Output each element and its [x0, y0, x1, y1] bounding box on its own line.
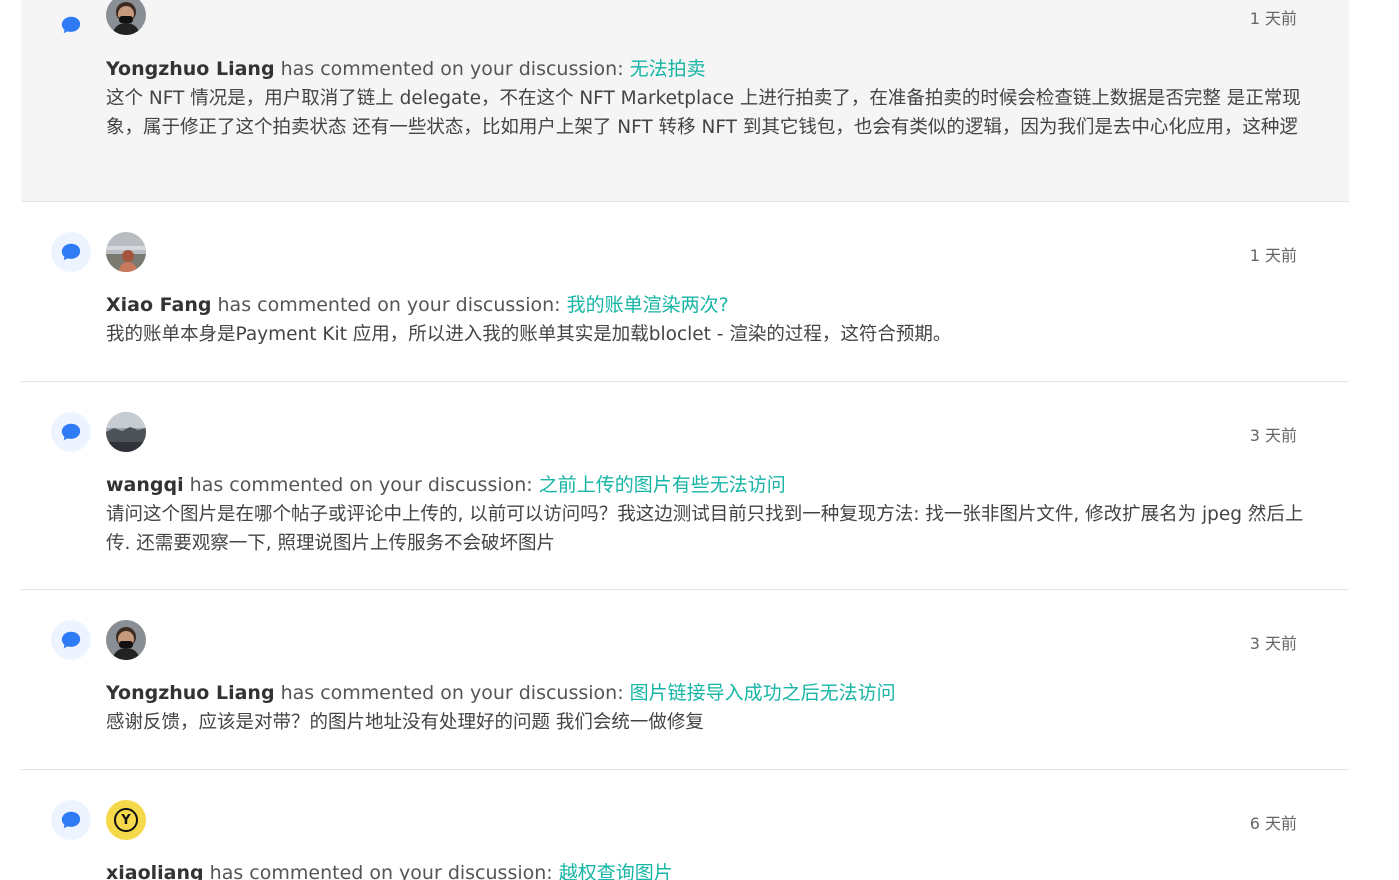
comment-bubble-icon: [51, 412, 91, 452]
notification-item[interactable]: 1 天前 Yongzhuo Liang has commented on you…: [21, 0, 1349, 202]
discussion-link[interactable]: 越权查询图片: [559, 862, 673, 880]
action-text: has commented on your discussion:: [280, 58, 624, 80]
avatar-initial: Y: [114, 808, 138, 832]
author-name[interactable]: Xiao Fang: [106, 294, 211, 316]
discussion-link[interactable]: 我的账单渲染两次?: [567, 294, 729, 316]
comment-bubble-icon: [51, 232, 91, 272]
author-name[interactable]: Yongzhuo Liang: [106, 58, 275, 80]
comment-excerpt: 这个 NFT 情况是，用户取消了链上 delegate，不在这个 NFT Mar…: [106, 88, 1301, 138]
user-avatar[interactable]: [106, 620, 146, 660]
action-text: has commented on your discussion:: [217, 294, 561, 316]
notification-feed: 1 天前 Yongzhuo Liang has commented on you…: [0, 0, 1399, 880]
author-name[interactable]: Yongzhuo Liang: [106, 682, 275, 704]
comment-bubble-icon: [51, 5, 91, 45]
comment-excerpt: 我的账单本身是Payment Kit 应用，所以进入我的账单其实是加载blocl…: [106, 324, 952, 345]
author-name[interactable]: wangqi: [106, 474, 184, 496]
notification-item[interactable]: 1 天前 Xiao Fang has commented on your dis…: [21, 202, 1349, 382]
notification-headline: Xiao Fang has commented on your discussi…: [106, 290, 729, 317]
notification-headline: xiaoliang has commented on your discussi…: [106, 858, 673, 880]
comment-excerpt: 请问这个图片是在哪个帖子或评论中上传的, 以前可以访问吗？我这边测试目前只找到一…: [106, 504, 1304, 554]
discussion-link[interactable]: 之前上传的图片有些无法访问: [539, 474, 786, 496]
comment-bubble-icon: [51, 800, 91, 840]
user-avatar[interactable]: [106, 412, 146, 452]
notification-item[interactable]: Y 6 天前 xiaoliang has commented on your d…: [21, 770, 1349, 880]
timestamp: 1 天前: [1249, 9, 1297, 28]
timestamp: 3 天前: [1249, 426, 1297, 445]
discussion-link[interactable]: 图片链接导入成功之后无法访问: [630, 682, 896, 704]
notification-headline: Yongzhuo Liang has commented on your dis…: [106, 54, 706, 81]
notification-headline: Yongzhuo Liang has commented on your dis…: [106, 678, 896, 705]
notification-item[interactable]: 3 天前 wangqi has commented on your discus…: [21, 382, 1349, 590]
comment-bubble-icon: [51, 620, 91, 660]
timestamp: 6 天前: [1249, 814, 1297, 833]
action-text: has commented on your discussion:: [209, 862, 553, 880]
user-avatar[interactable]: [106, 0, 146, 35]
action-text: has commented on your discussion:: [280, 682, 624, 704]
timestamp: 1 天前: [1249, 246, 1297, 265]
user-avatar[interactable]: Y: [106, 800, 146, 840]
notification-headline: wangqi has commented on your discussion:…: [106, 470, 786, 497]
timestamp: 3 天前: [1249, 634, 1297, 653]
action-text: has commented on your discussion:: [189, 474, 533, 496]
discussion-link[interactable]: 无法拍卖: [630, 58, 706, 80]
comment-excerpt: 感谢反馈，应该是对带？的图片地址没有处理好的问题 我们会统一做修复: [106, 712, 704, 733]
notification-item[interactable]: 3 天前 Yongzhuo Liang has commented on you…: [21, 590, 1349, 770]
user-avatar[interactable]: [106, 232, 146, 272]
author-name[interactable]: xiaoliang: [106, 862, 204, 880]
